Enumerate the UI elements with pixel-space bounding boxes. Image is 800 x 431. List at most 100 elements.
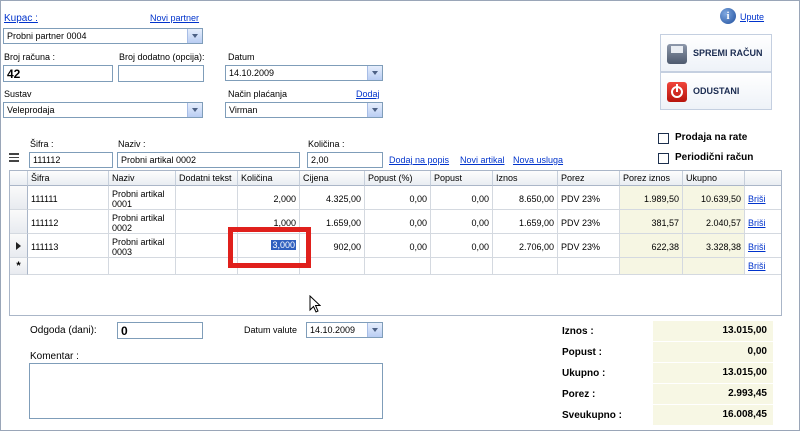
porez-total-label: Porez : — [562, 389, 596, 400]
odustani-button[interactable]: ODUSTANI — [660, 72, 772, 110]
column-header[interactable]: Iznos — [493, 171, 558, 186]
cell-porez[interactable]: PDV 23% — [558, 186, 620, 210]
cell-popust[interactable]: 0,00 — [431, 234, 493, 258]
cell-new[interactable] — [238, 258, 300, 275]
sifra-field[interactable]: 111112 — [29, 152, 113, 168]
current-row-arrow-icon — [16, 242, 21, 250]
cell-ukupno[interactable]: 10.639,50 — [683, 186, 745, 210]
sustav-select[interactable]: Veleprodaja — [3, 102, 203, 118]
column-header[interactable]: Porez — [558, 171, 620, 186]
cell-ukupno[interactable]: 3.328,38 — [683, 234, 745, 258]
column-header[interactable]: Popust (%) — [365, 171, 431, 186]
broj-racuna-field[interactable]: 42 — [3, 65, 113, 82]
cell-new[interactable] — [109, 258, 176, 275]
column-header[interactable]: Cijena — [300, 171, 365, 186]
cell-dodatni[interactable] — [176, 234, 238, 258]
cell-cijena[interactable]: 902,00 — [300, 234, 365, 258]
cell-naziv[interactable]: Probni artikal 0001 — [109, 186, 176, 210]
cell-dodatni[interactable] — [176, 186, 238, 210]
cell-dodatni[interactable] — [176, 210, 238, 234]
cell-new[interactable] — [683, 258, 745, 275]
brisi-link[interactable]: Briši — [748, 194, 766, 204]
new-row-marker[interactable]: * — [10, 258, 28, 275]
list-icon — [9, 153, 19, 162]
cell-new[interactable] — [493, 258, 558, 275]
upute-link[interactable]: Upute — [740, 12, 764, 22]
datum-valute-picker[interactable]: 14.10.2009 — [306, 322, 383, 338]
cell-new[interactable] — [176, 258, 238, 275]
row-selector-current[interactable] — [10, 234, 28, 258]
cell-naziv[interactable]: Probni artikal 0002 — [109, 210, 176, 234]
periodicni-racun-checkbox[interactable] — [658, 153, 669, 164]
cell-sifra[interactable]: 111112 — [28, 210, 109, 234]
naziv-field[interactable]: Probni artikal 0002 — [117, 152, 300, 168]
popust-total-label: Popust : — [562, 347, 602, 358]
brisi-link[interactable]: Briši — [748, 261, 766, 271]
cell-cijena[interactable]: 1.659,00 — [300, 210, 365, 234]
kupac-select[interactable]: Probni partner 0004 — [3, 28, 203, 44]
prodaja-na-rate-checkbox[interactable] — [658, 133, 669, 144]
cell-new[interactable] — [300, 258, 365, 275]
column-header[interactable]: Popust — [431, 171, 493, 186]
cell-popust[interactable]: 0,00 — [431, 186, 493, 210]
datum-label: Datum — [228, 52, 255, 62]
dodaj-nacin-placanja-link[interactable]: Dodaj — [356, 89, 380, 99]
cell-new[interactable] — [365, 258, 431, 275]
cell-iznos[interactable]: 8.650,00 — [493, 186, 558, 210]
chevron-down-icon[interactable] — [367, 323, 382, 337]
cell-porez[interactable]: PDV 23% — [558, 210, 620, 234]
ukupno-total-value: 13.015,00 — [653, 363, 773, 383]
cell-popust-pct[interactable]: 0,00 — [365, 186, 431, 210]
row-selector[interactable] — [10, 210, 28, 234]
cell-kolicina[interactable]: 2,000 — [238, 186, 300, 210]
cell-new[interactable] — [28, 258, 109, 275]
nacin-placanja-value: Virman — [229, 105, 258, 115]
cell-porez-iznos[interactable]: 622,38 — [620, 234, 683, 258]
brisi-link[interactable]: Briši — [748, 218, 766, 228]
komentar-textarea[interactable] — [29, 363, 383, 419]
kolicina-field[interactable]: 2,00 — [307, 152, 383, 168]
cell-new[interactable] — [620, 258, 683, 275]
cell-porez-iznos[interactable]: 381,57 — [620, 210, 683, 234]
info-icon[interactable]: i — [720, 8, 736, 24]
cell-kolicina[interactable]: 1,000 — [238, 210, 300, 234]
cell-porez-iznos[interactable]: 1.989,50 — [620, 186, 683, 210]
cell-popust-pct[interactable]: 0,00 — [365, 234, 431, 258]
kolicina-edit-text[interactable]: 3,000 — [271, 240, 296, 250]
cell-porez[interactable]: PDV 23% — [558, 234, 620, 258]
broj-dodatno-field[interactable] — [118, 65, 204, 82]
column-header[interactable]: Količina — [238, 171, 300, 186]
cell-naziv[interactable]: Probni artikal 0003 — [109, 234, 176, 258]
dodaj-na-popis-link[interactable]: Dodaj na popis — [389, 155, 449, 165]
novi-artikal-link[interactable]: Novi artikal — [460, 155, 505, 165]
cell-cijena[interactable]: 4.325,00 — [300, 186, 365, 210]
nacin-placanja-select[interactable]: Virman — [225, 102, 383, 118]
row-selector[interactable] — [10, 186, 28, 210]
brisi-link[interactable]: Briši — [748, 242, 766, 252]
cell-ukupno[interactable]: 2.040,57 — [683, 210, 745, 234]
datum-picker[interactable]: 14.10.2009 — [225, 65, 383, 81]
odgoda-field[interactable]: 0 — [117, 322, 203, 339]
column-header[interactable]: Dodatni tekst — [176, 171, 238, 186]
chevron-down-icon[interactable] — [187, 103, 202, 117]
cell-new[interactable] — [558, 258, 620, 275]
column-header[interactable]: Ukupno — [683, 171, 745, 186]
cell-kolicina-editing[interactable]: 3,000 — [238, 234, 300, 258]
chevron-down-icon[interactable] — [367, 103, 382, 117]
column-header[interactable]: Porez iznos — [620, 171, 683, 186]
chevron-down-icon[interactable] — [187, 29, 202, 43]
cell-sifra[interactable]: 111113 — [28, 234, 109, 258]
cell-iznos[interactable]: 1.659,00 — [493, 210, 558, 234]
cell-new[interactable] — [431, 258, 493, 275]
cell-iznos[interactable]: 2.706,00 — [493, 234, 558, 258]
cell-popust-pct[interactable]: 0,00 — [365, 210, 431, 234]
novi-partner-link[interactable]: Novi partner — [150, 13, 199, 23]
column-header[interactable]: Šifra — [28, 171, 109, 186]
column-header[interactable]: Naziv — [109, 171, 176, 186]
cell-sifra[interactable]: 111111 — [28, 186, 109, 210]
spremi-racun-button[interactable]: SPREMI RAČUN — [660, 34, 772, 72]
chevron-down-icon[interactable] — [367, 66, 382, 80]
nova-usluga-link[interactable]: Nova usluga — [513, 155, 563, 165]
kupac-label[interactable]: Kupac : — [4, 13, 38, 24]
cell-popust[interactable]: 0,00 — [431, 210, 493, 234]
